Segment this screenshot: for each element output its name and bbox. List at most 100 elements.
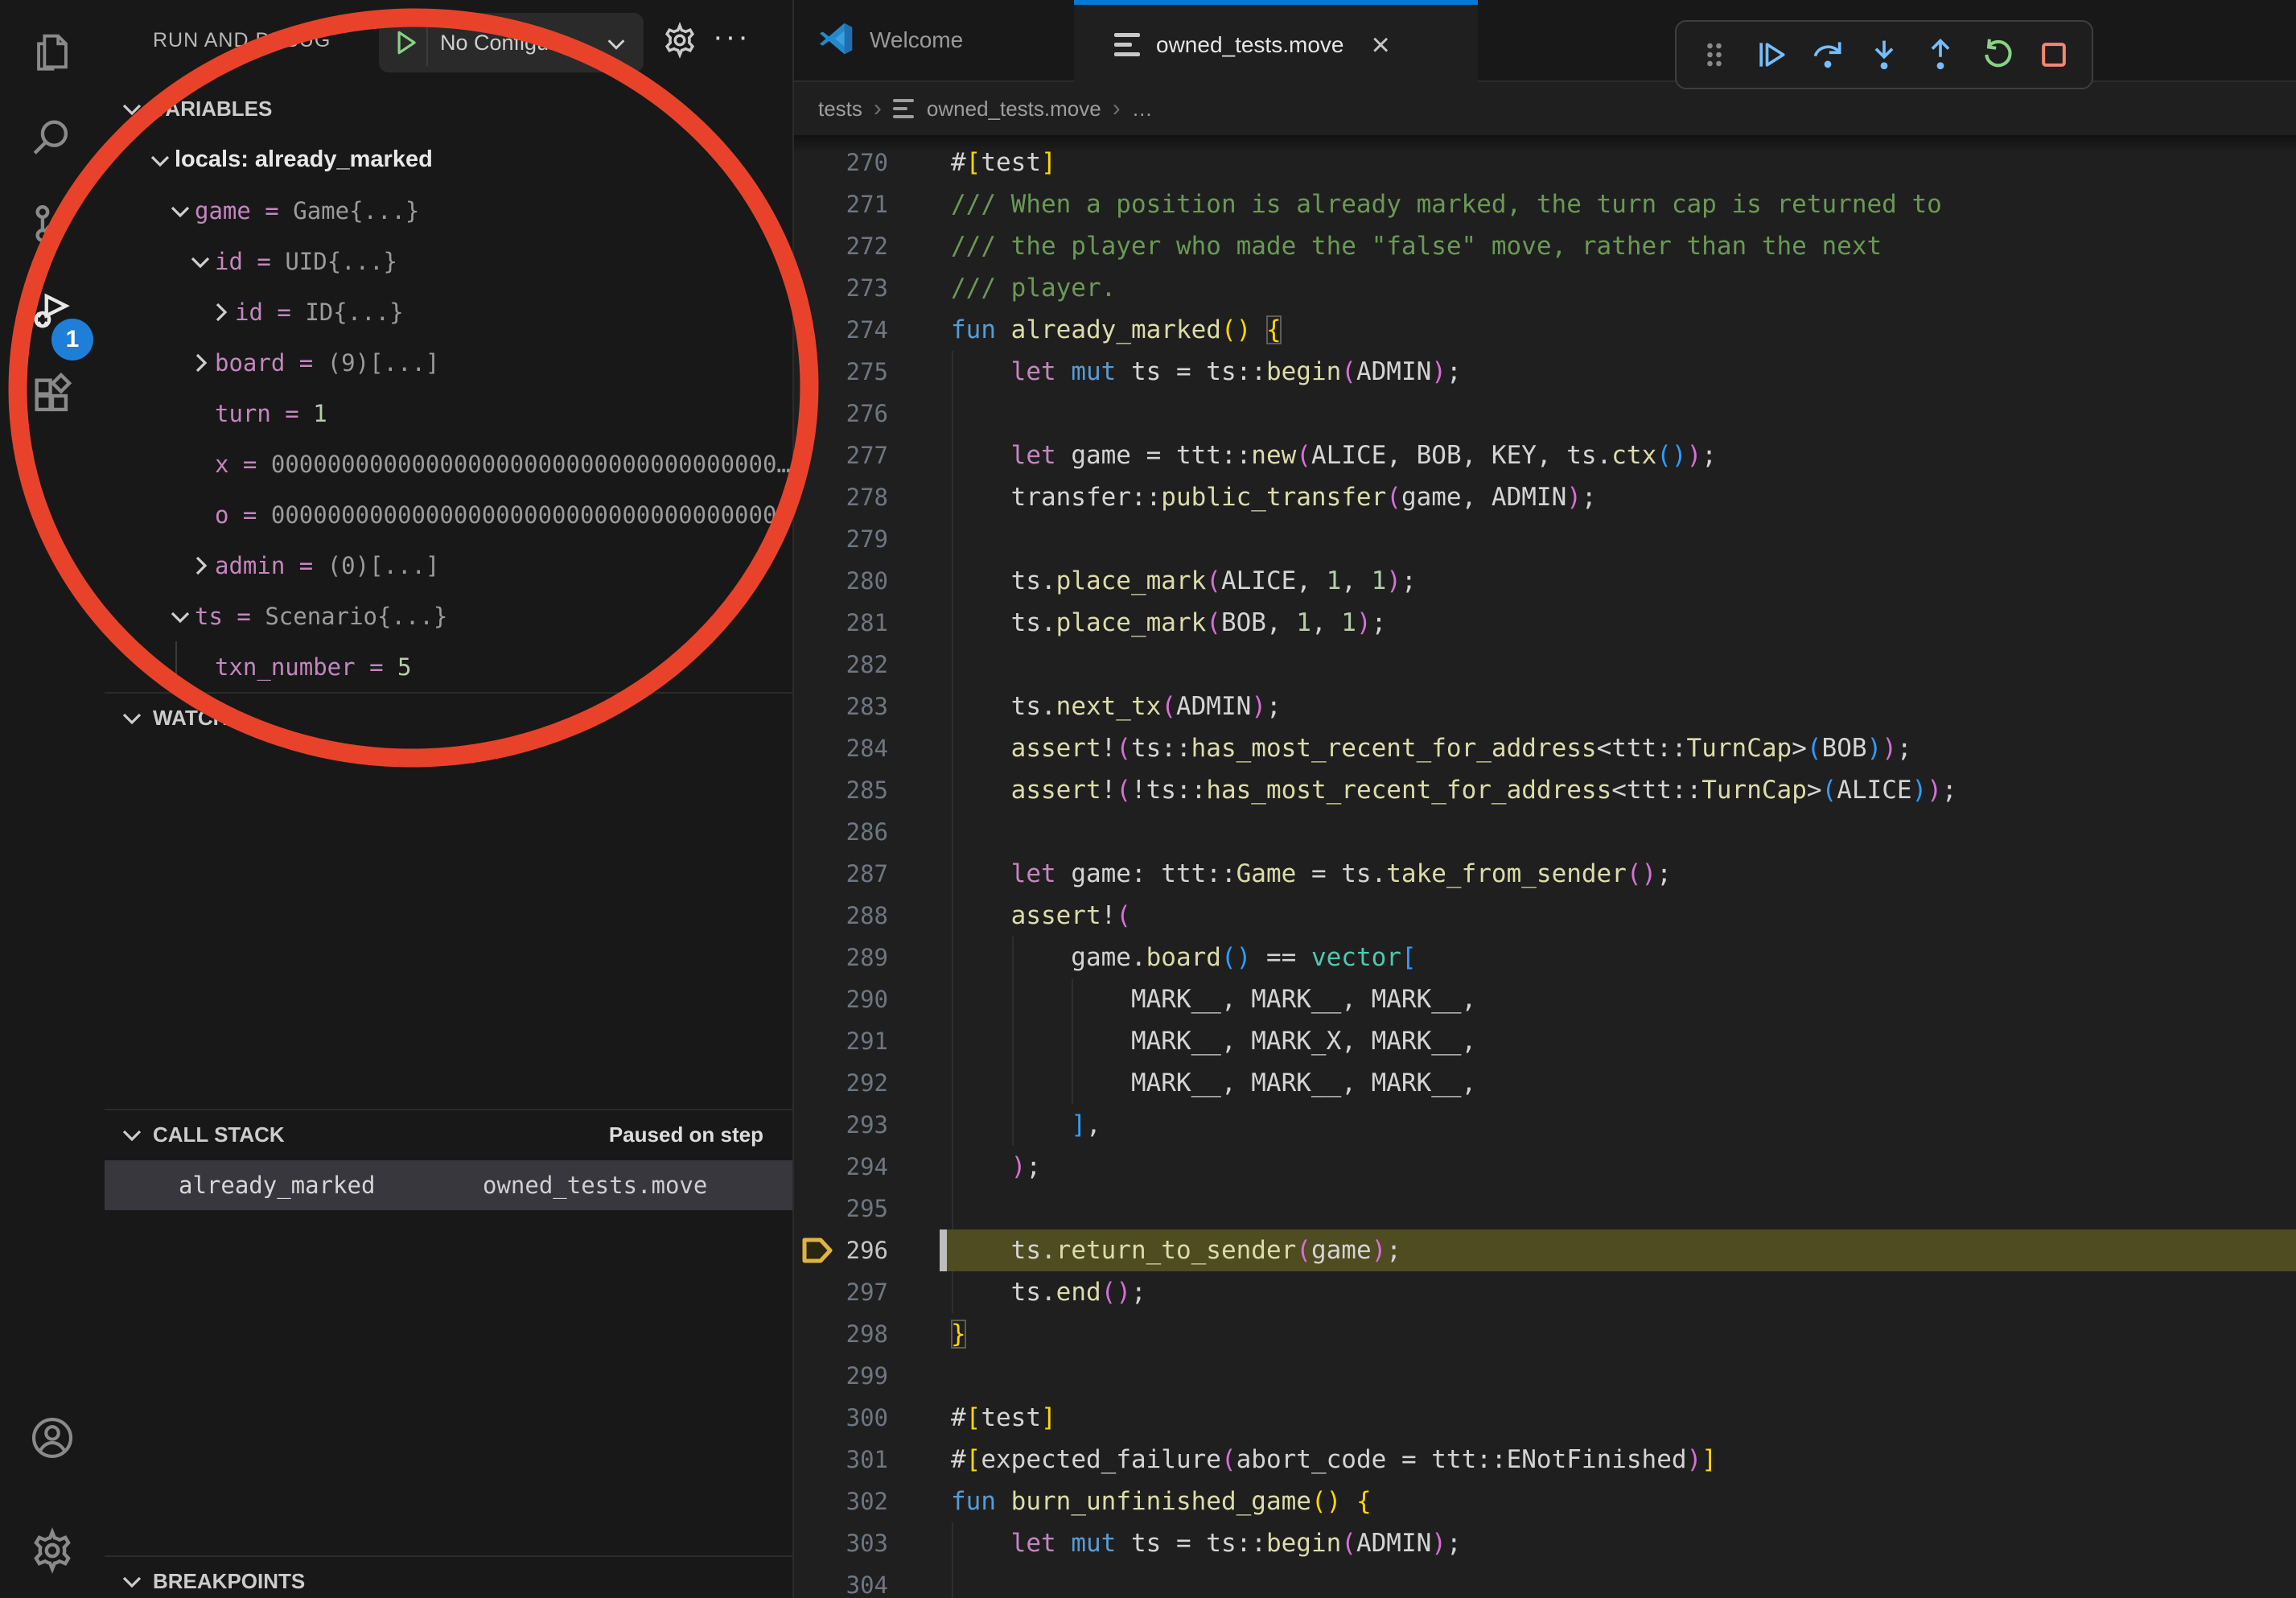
breadcrumb-item[interactable]: owned_tests.move [927,97,1101,121]
continue-button[interactable] [1753,36,1790,73]
stop-button[interactable] [2035,36,2072,73]
code-line[interactable]: 288 assert!( [794,895,2296,937]
code-line[interactable]: 284 assert!(ts::has_most_recent_for_addr… [794,727,2296,769]
code-line[interactable]: 291 MARK__, MARK_X, MARK__, [794,1020,2296,1062]
code-line[interactable]: 295 [794,1188,2296,1229]
code-line[interactable]: 286 [794,811,2296,853]
code-line[interactable]: 296 ts.return_to_sender(game); [794,1229,2296,1271]
breakpoints-section-header[interactable]: BREAKPOINTS [105,1557,792,1598]
extensions-icon[interactable] [29,373,76,419]
code-line[interactable]: 289 game.board() == vector[ [794,937,2296,978]
code-line[interactable]: 279 [794,518,2296,560]
line-number[interactable]: 286 [794,811,888,853]
variable-row[interactable]: game = Game{...} [105,185,792,236]
more-actions-icon[interactable]: ··· [713,0,751,80]
line-number[interactable]: 288 [794,895,888,937]
search-icon[interactable] [29,114,76,161]
line-number[interactable]: 294 [794,1146,888,1188]
explorer-icon[interactable] [29,28,76,75]
line-number[interactable]: 298 [794,1313,888,1355]
line-number[interactable]: 299 [794,1355,888,1397]
start-debug-icon[interactable] [390,27,421,58]
line-number[interactable]: 280 [794,560,888,602]
account-icon[interactable] [29,1415,76,1461]
line-number[interactable]: 281 [794,602,888,644]
line-number[interactable]: 271 [794,183,888,225]
line-number[interactable]: 275 [794,351,888,393]
line-number[interactable]: 277 [794,435,888,476]
line-number[interactable]: 292 [794,1062,888,1104]
code-line[interactable]: 302fun burn_unfinished_game() { [794,1481,2296,1522]
line-number[interactable]: 303 [794,1522,888,1564]
variable-row[interactable]: admin = (0)[...] [105,540,792,591]
code-line[interactable]: 297 ts.end(); [794,1271,2296,1313]
line-number[interactable]: 295 [794,1188,888,1229]
step-into-button[interactable] [1866,36,1903,73]
line-number[interactable]: 289 [794,937,888,978]
variable-row[interactable]: locals: already_marked [105,134,792,185]
code-line[interactable]: 300#[test] [794,1397,2296,1439]
code-area[interactable]: 270#[test]271/// When a position is alre… [794,135,2296,1598]
variable-row[interactable]: x = 000000000000000000000000000000000000… [105,439,792,489]
code-line[interactable]: 276 [794,393,2296,435]
code-line[interactable]: 271/// When a position is already marked… [794,183,2296,225]
line-number[interactable]: 291 [794,1020,888,1062]
code-line[interactable]: 303 let mut ts = ts::begin(ADMIN); [794,1522,2296,1564]
step-out-button[interactable] [1922,36,1959,73]
code-line[interactable]: 301#[expected_failure(abort_code = ttt::… [794,1439,2296,1481]
line-number[interactable]: 276 [794,393,888,435]
variable-row[interactable]: txn_number = 5 [105,641,792,692]
call-stack-section-header[interactable]: CALL STACK Paused on step [105,1110,792,1159]
step-over-button[interactable] [1809,36,1846,73]
drag-handle-icon[interactable] [1696,36,1733,73]
variable-row[interactable]: board = (9)[...] [105,337,792,388]
line-number[interactable]: 293 [794,1104,888,1146]
breadcrumb-item[interactable]: tests [818,97,862,121]
variable-row[interactable]: id = ID{...} [105,286,792,337]
code-line[interactable]: 299 [794,1355,2296,1397]
code-line[interactable]: 292 MARK__, MARK__, MARK__, [794,1062,2296,1104]
restart-button[interactable] [1979,36,2016,73]
line-number[interactable]: 287 [794,853,888,895]
breadcrumb-item[interactable]: … [1132,97,1153,121]
code-line[interactable]: 298} [794,1313,2296,1355]
variable-row[interactable]: o = 000000000000000000000000000000000000… [105,489,792,540]
code-line[interactable]: 285 assert!(!ts::has_most_recent_for_add… [794,769,2296,811]
code-line[interactable]: 277 let game = ttt::new(ALICE, BOB, KEY,… [794,435,2296,476]
code-line[interactable]: 278 transfer::public_transfer(game, ADMI… [794,476,2296,518]
debug-settings-gear-icon[interactable] [661,22,698,59]
code-line[interactable]: 281 ts.place_mark(BOB, 1, 1); [794,602,2296,644]
tab-welcome[interactable]: Welcome [796,0,1076,80]
code-line[interactable]: 275 let mut ts = ts::begin(ADMIN); [794,351,2296,393]
watch-section-header[interactable]: WATCH [105,694,792,742]
code-line[interactable]: 272/// the player who made the "false" m… [794,225,2296,267]
code-line[interactable]: 273/// player. [794,267,2296,309]
code-line[interactable]: 283 ts.next_tx(ADMIN); [794,686,2296,727]
variable-row[interactable]: id = UID{...} [105,236,792,286]
line-number[interactable]: 279 [794,518,888,560]
line-number[interactable]: 300 [794,1397,888,1439]
line-number[interactable]: 274 [794,309,888,351]
line-number[interactable]: 278 [794,476,888,518]
line-number[interactable]: 297 [794,1271,888,1313]
line-number[interactable]: 283 [794,686,888,727]
code-line[interactable]: 290 MARK__, MARK__, MARK__, [794,978,2296,1020]
line-number[interactable]: 285 [794,769,888,811]
line-number[interactable]: 301 [794,1439,888,1481]
line-number[interactable]: 290 [794,978,888,1020]
line-number[interactable]: 270 [794,142,888,183]
line-number[interactable]: 272 [794,225,888,267]
variables-section-header[interactable]: VARIABLES [105,84,792,133]
line-number[interactable]: 302 [794,1481,888,1522]
settings-gear-icon[interactable] [29,1527,76,1574]
line-number[interactable]: 273 [794,267,888,309]
variable-row[interactable]: ts = Scenario{...} [105,591,792,641]
code-line[interactable]: 287 let game: ttt::Game = ts.take_from_s… [794,853,2296,895]
code-line[interactable]: 270#[test] [794,142,2296,183]
line-number[interactable]: 304 [794,1564,888,1598]
code-line[interactable]: 294 ); [794,1146,2296,1188]
variable-row[interactable]: turn = 1 [105,388,792,439]
code-line[interactable]: 293 ], [794,1104,2296,1146]
code-line[interactable]: 280 ts.place_mark(ALICE, 1, 1); [794,560,2296,602]
line-number[interactable]: 284 [794,727,888,769]
